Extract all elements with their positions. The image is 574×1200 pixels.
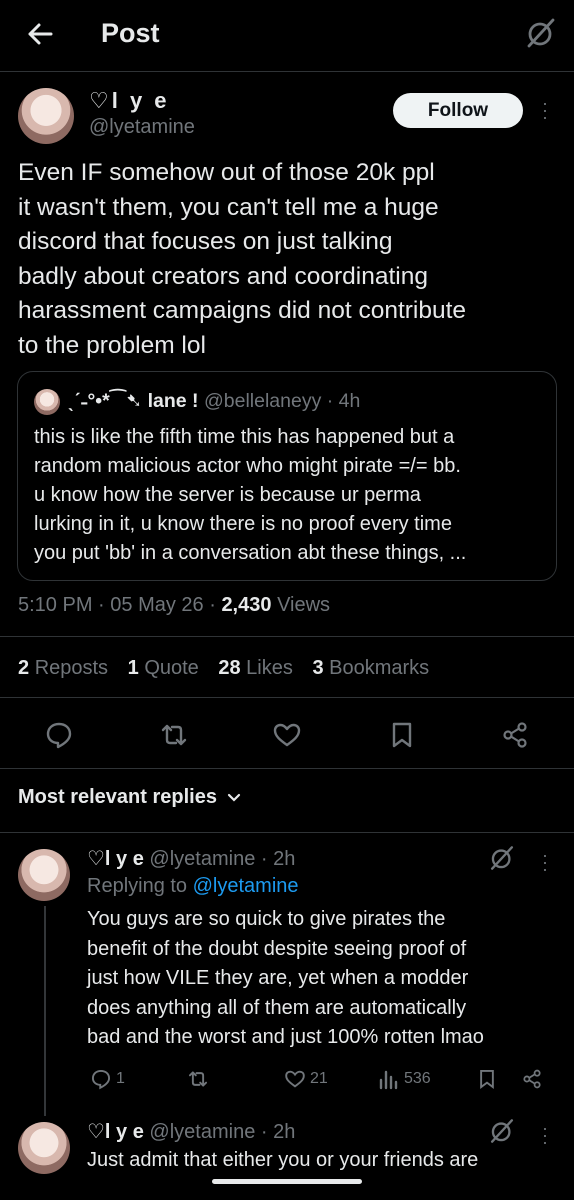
reply-text: You guys are so quick to give pirates th… [87, 908, 484, 1048]
thread-line [44, 906, 46, 1116]
reply-views-button[interactable]: 536 [378, 1068, 431, 1090]
author-avatar[interactable] [18, 88, 74, 144]
repost-button[interactable] [159, 720, 189, 750]
replies-sort-label: Most relevant replies [18, 786, 217, 808]
page-title: Post [101, 18, 160, 48]
reposts-stat[interactable]: 2 Reposts [18, 657, 108, 679]
chevron-down-icon [227, 793, 241, 802]
reply-age: · 2h [260, 1121, 296, 1143]
post-date: · 05 May 26 · [98, 594, 216, 616]
reply-author-handle[interactable]: @lyetamine [149, 848, 255, 870]
bookmarks-stat[interactable]: 3 Bookmarks [312, 657, 429, 679]
bookmark-icon [480, 1069, 494, 1089]
back-button[interactable] [20, 16, 60, 52]
reply-repost-button[interactable] [187, 1068, 209, 1090]
quote-author-name: ˎˊ˗°•*⁀➷ lane ! [68, 390, 199, 412]
reply-share-button[interactable] [521, 1068, 543, 1090]
quote-text: this is like the fifth time this has hap… [34, 426, 467, 564]
replies-sort-dropdown[interactable]: Most relevant replies [18, 786, 241, 809]
post-time: 5:10 PM [18, 594, 93, 616]
views-chart-icon [379, 1070, 398, 1090]
bookmark-icon [392, 722, 412, 748]
like-button[interactable] [272, 720, 302, 750]
reply-age: · 2h [260, 848, 296, 870]
repost-icon [188, 1071, 208, 1087]
reply-author-name[interactable]: ♡l y e [87, 1121, 144, 1143]
heart-icon [285, 1070, 305, 1088]
reply-icon [46, 722, 72, 749]
reply-reply-button[interactable]: 1 [90, 1068, 125, 1090]
quote-age: · 4h [326, 390, 361, 412]
grok-icon-button[interactable] [488, 1117, 518, 1147]
post-stats: 2 Reposts 1 Quote 28 Likes 3 Bookmarks [18, 657, 443, 680]
post-meta: 5:10 PM · 05 May 26 · 2,430 Views [18, 594, 330, 617]
post-action-bar [0, 712, 574, 756]
divider [0, 636, 574, 637]
bookmark-button[interactable] [387, 720, 417, 750]
grok-slash-icon [490, 846, 514, 870]
divider [0, 697, 574, 698]
post-text: Even IF somehow out of those 20k ppl it … [18, 159, 467, 359]
grok-slash-icon [527, 18, 555, 48]
like-count: 21 [310, 1070, 328, 1087]
reply-text: Just admit that either you or your frien… [87, 1149, 479, 1171]
reply-like-button[interactable]: 21 [284, 1068, 328, 1090]
quotes-stat[interactable]: 1 Quote [128, 657, 199, 679]
heart-icon [273, 723, 301, 747]
top-bar: Post [0, 0, 574, 72]
reply-avatar[interactable] [18, 1122, 70, 1174]
quote-header: ˎˊ˗°•*⁀➷ lane ! @bellelaneyy · 4h [68, 389, 360, 413]
home-indicator[interactable] [212, 1179, 362, 1184]
more-options-icon[interactable]: · · · [540, 94, 550, 126]
share-icon [523, 1069, 541, 1089]
quote-author-handle: @bellelaneyy [203, 390, 322, 412]
reply-avatar[interactable] [18, 849, 70, 901]
grok-slash-icon [490, 1119, 514, 1143]
more-options-icon[interactable]: · · · [540, 1119, 550, 1151]
reply-button[interactable] [44, 720, 74, 750]
reply-author-name[interactable]: ♡l y e [87, 848, 144, 870]
replying-to-link[interactable]: @lyetamine [193, 875, 299, 897]
reply-count: 1 [116, 1070, 125, 1087]
likes-stat[interactable]: 28 Likes [218, 657, 293, 679]
arrow-left-icon [28, 23, 53, 45]
share-button[interactable] [500, 720, 530, 750]
divider [0, 768, 574, 769]
reply-icon [91, 1069, 111, 1090]
views-label: Views [277, 594, 331, 616]
view-count: 536 [404, 1070, 431, 1087]
reply-header: ♡l y e @lyetamine · 2h [87, 1119, 295, 1144]
views-count: 2,430 [221, 594, 272, 616]
more-options-icon[interactable]: · · · [540, 846, 550, 878]
reply-header: ♡l y e @lyetamine · 2h [87, 846, 295, 871]
divider [0, 832, 574, 833]
reply-bookmark-button[interactable] [476, 1068, 498, 1090]
grok-icon-button[interactable] [524, 16, 558, 50]
quoted-post[interactable]: ˎˊ˗°•*⁀➷ lane ! @bellelaneyy · 4h this i… [17, 371, 557, 581]
share-icon [503, 722, 527, 748]
grok-icon-button[interactable] [488, 844, 518, 874]
reply-author-handle[interactable]: @lyetamine [149, 1121, 255, 1143]
follow-button[interactable]: Follow [393, 93, 523, 128]
author-name[interactable]: ♡l y e [89, 88, 170, 114]
author-handle[interactable]: @lyetamine [89, 116, 195, 139]
repost-icon [161, 724, 187, 746]
replying-to: Replying to @lyetamine [87, 875, 299, 897]
quote-avatar [34, 389, 60, 415]
